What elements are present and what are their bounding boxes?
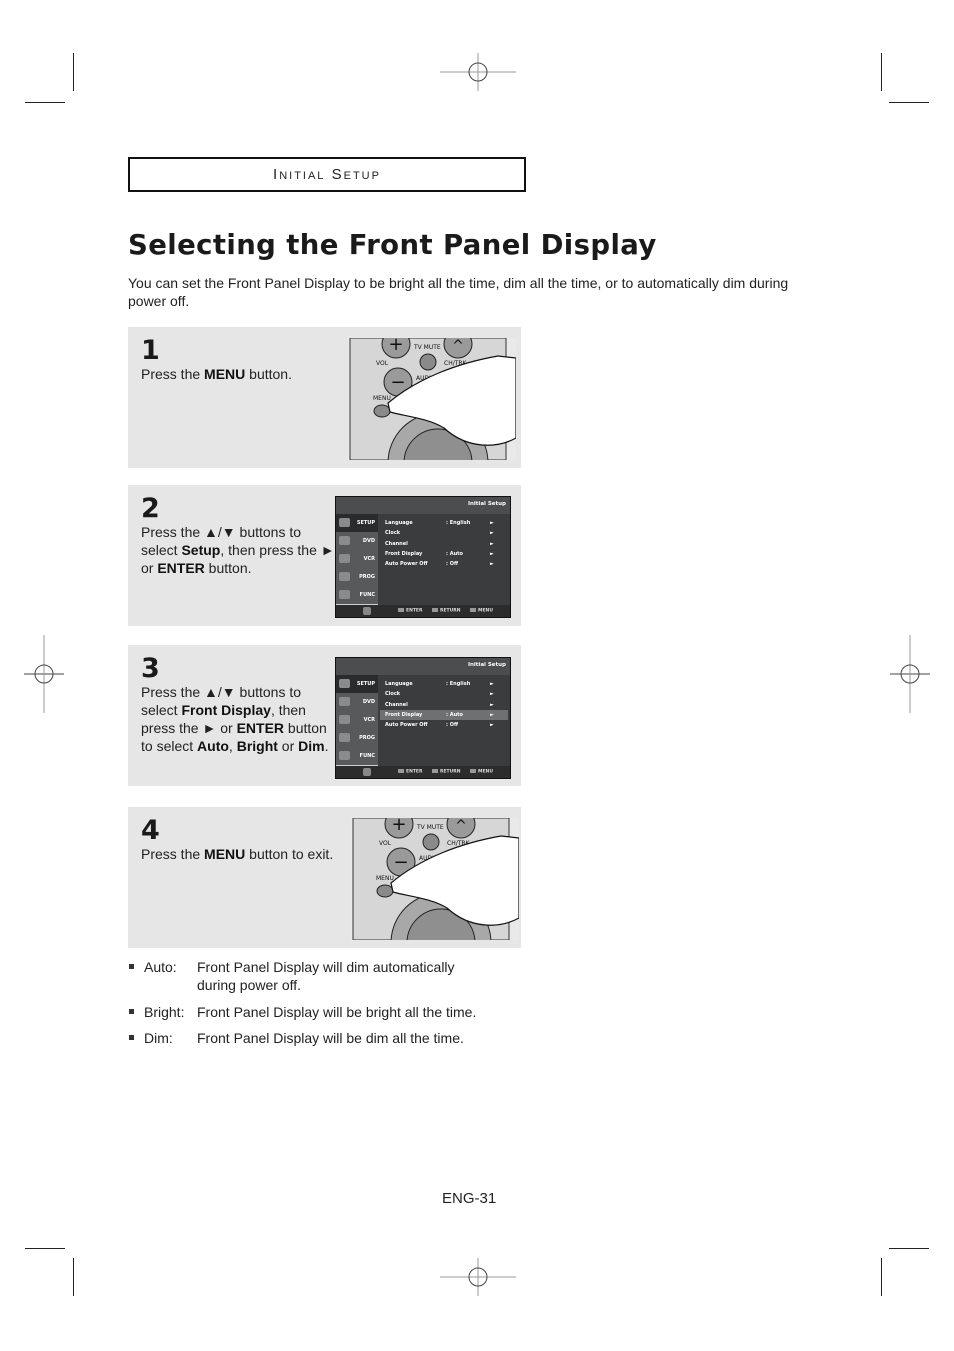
- section-header: Initial Setup: [128, 157, 526, 192]
- registration-mark-right: [890, 635, 930, 713]
- osd-row: Language: English ►: [385, 681, 494, 687]
- step-1: 1 Press the MENU button. + ^ TV MUTE VOL…: [128, 327, 521, 468]
- svg-text:TV MUTE: TV MUTE: [413, 344, 441, 351]
- osd-row-highlighted: Front Display: Auto ►: [380, 709, 508, 721]
- step-instruction: Press the MENU button to exit.: [141, 846, 334, 862]
- setup-icon: [339, 518, 350, 527]
- svg-text:+: +: [391, 818, 406, 835]
- crop-mark: [25, 1248, 65, 1249]
- step-3: 3 Press the ▲/▼ buttons to select Front …: [128, 645, 521, 786]
- step-number: 3: [141, 653, 160, 684]
- return-icon: [432, 608, 438, 612]
- svg-text:^: ^: [452, 338, 464, 354]
- registration-mark-bottom: [440, 1258, 516, 1296]
- step-2: 2 Press the ▲/▼ buttons to select Setup,…: [128, 485, 521, 626]
- bullet-square-icon: [129, 964, 134, 969]
- dvd-icon: [339, 536, 350, 545]
- osd-row: Auto Power Off: Off ►: [385, 722, 494, 729]
- osd-sidebar-item: PROG: [336, 568, 378, 587]
- osd-row: Channel ►: [385, 701, 494, 708]
- osd-screen: Initial Setup SETUP DVD VCR PROG FUNC La…: [335, 496, 511, 618]
- osd-sidebar-item: PROG: [336, 729, 378, 748]
- dvd-icon: [339, 697, 350, 706]
- bullet-square-icon: [129, 1035, 134, 1040]
- remote-illustration: + ^ TV MUTE VOL CH/TRK − AUDIO MENU: [351, 818, 519, 940]
- nav-pad-icon: [363, 768, 371, 776]
- osd-sidebar-item: SETUP: [336, 514, 378, 533]
- intro-paragraph: You can set the Front Panel Display to b…: [128, 275, 789, 309]
- osd-title: Initial Setup: [467, 662, 506, 668]
- osd-row: Language: English ►: [385, 520, 494, 526]
- osd-row: Auto Power Off: Off ►: [385, 561, 494, 568]
- svg-text:VOL: VOL: [379, 840, 392, 847]
- svg-text:MENU: MENU: [376, 875, 394, 882]
- osd-sidebar: SETUP DVD VCR PROG FUNC: [336, 675, 378, 766]
- svg-text:−: −: [393, 852, 408, 873]
- osd-row: Front Display: Auto ►: [385, 550, 494, 557]
- osd-sidebar-item: VCR: [336, 550, 378, 569]
- osd-menu-rows: Language: English ► Clock ► Channel ► Front…: [380, 518, 508, 569]
- step-instruction: Press the ▲/▼ buttons to select Setup, t…: [141, 524, 335, 576]
- step-number: 2: [141, 493, 160, 524]
- setup-icon: [339, 679, 350, 688]
- menu-icon: [470, 608, 476, 612]
- osd-title: Initial Setup: [467, 501, 506, 507]
- page-number: ENG-31: [442, 1190, 497, 1207]
- svg-text:VOL: VOL: [376, 360, 389, 367]
- osd-row: Channel ►: [385, 540, 494, 547]
- prog-icon: [339, 572, 350, 581]
- svg-text:+: +: [388, 338, 403, 355]
- vcr-icon: [339, 554, 350, 563]
- nav-pad-icon: [363, 607, 371, 615]
- enter-icon: [398, 769, 404, 773]
- svg-text:−: −: [390, 372, 405, 393]
- registration-mark-top: [440, 53, 516, 91]
- osd-row: Clock ►: [385, 530, 494, 537]
- crop-mark: [881, 53, 882, 91]
- crop-mark: [881, 1258, 882, 1296]
- prog-icon: [339, 733, 350, 742]
- step-instruction: Press the ▲/▼ buttons to select Front Di…: [141, 684, 329, 754]
- osd-sidebar: SETUP DVD VCR PROG FUNC: [336, 514, 378, 605]
- registration-mark-left: [24, 635, 64, 713]
- bullet-square-icon: [129, 1009, 134, 1014]
- step-number: 4: [141, 815, 160, 846]
- menu-icon: [470, 769, 476, 773]
- osd-sidebar-item: FUNC: [336, 747, 378, 766]
- enter-icon: [398, 608, 404, 612]
- crop-mark: [73, 53, 74, 91]
- hand-pressing-menu-icon: + ^ TV MUTE VOL CH/TRK − AUDIO MENU: [351, 818, 519, 940]
- crop-mark: [889, 1248, 929, 1249]
- svg-text:^: ^: [455, 818, 467, 834]
- return-icon: [432, 769, 438, 773]
- osd-sidebar-item: FUNC: [336, 586, 378, 605]
- crop-mark: [889, 102, 929, 103]
- osd-hint-bar: ENTER RETURN MENU: [336, 766, 510, 778]
- osd-sidebar-item: VCR: [336, 711, 378, 730]
- osd-hint-bar: ENTER RETURN MENU: [336, 605, 510, 617]
- osd-screen: Initial Setup SETUP DVD VCR PROG FUNC La…: [335, 657, 511, 779]
- svg-text:TV MUTE: TV MUTE: [416, 824, 444, 831]
- step-number: 1: [141, 335, 160, 366]
- crop-mark: [25, 102, 65, 103]
- step-4: 4 Press the MENU button to exit. + ^ TV …: [128, 807, 521, 948]
- osd-sidebar-item: DVD: [336, 693, 378, 712]
- hand-pressing-menu-icon: + ^ TV MUTE VOL CH/TRK − AUDIO MENU: [348, 338, 516, 460]
- remote-illustration: + ^ TV MUTE VOL CH/TRK − AUDIO MENU: [348, 338, 516, 460]
- func-icon: [339, 751, 350, 760]
- svg-text:MENU: MENU: [373, 395, 391, 402]
- osd-sidebar-item: DVD: [336, 532, 378, 551]
- step-instruction: Press the MENU button.: [141, 366, 292, 382]
- osd-row: Clock ►: [385, 691, 494, 698]
- crop-mark: [73, 1258, 74, 1296]
- osd-menu-rows: Language: English ► Clock ► Channel ► Front…: [380, 679, 508, 730]
- page-title: Selecting the Front Panel Display: [128, 229, 657, 261]
- section-header-label: Initial Setup: [273, 166, 381, 183]
- vcr-icon: [339, 715, 350, 724]
- func-icon: [339, 590, 350, 599]
- osd-sidebar-item: SETUP: [336, 675, 378, 694]
